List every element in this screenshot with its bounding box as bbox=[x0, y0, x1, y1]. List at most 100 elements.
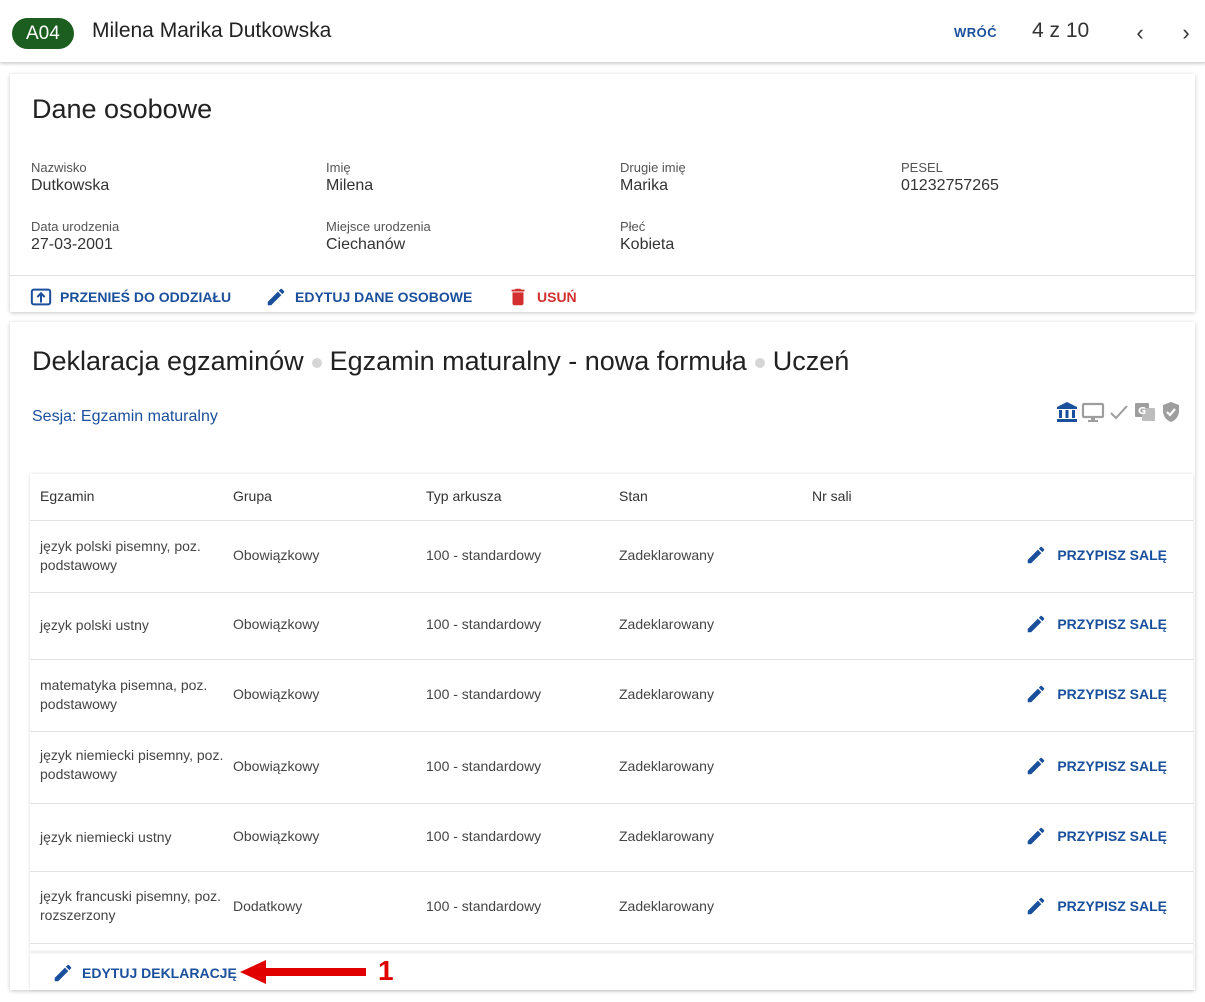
column-header: Grupa bbox=[233, 488, 272, 504]
assign-room-button[interactable]: PRZYPISZ SALĘ bbox=[1025, 755, 1167, 777]
pencil-icon bbox=[1028, 827, 1045, 845]
field-second-name: Drugie imię Marika bbox=[620, 160, 686, 195]
field-value: Ciechanów bbox=[326, 236, 406, 253]
exam-state: Zadeklarowany bbox=[619, 898, 714, 914]
assign-room-label: PRZYPISZ SALĘ bbox=[1057, 828, 1167, 844]
status-icons: G bbox=[1055, 400, 1183, 424]
field-pesel: PESEL 01232757265 bbox=[901, 160, 999, 195]
table-row: język niemiecki pisemny, poz. podstawowy… bbox=[30, 731, 1193, 804]
monitor-icon[interactable] bbox=[1081, 400, 1105, 424]
table-row: język polski ustny Obowiązkowy 100 - sta… bbox=[30, 592, 1193, 660]
student-name: Milena Marika Dutkowska bbox=[92, 19, 332, 42]
trash-icon bbox=[511, 288, 525, 306]
edit-personal-data-button[interactable]: EDYTUJ DANE OSOBOWE bbox=[265, 286, 472, 308]
exam-state: Zadeklarowany bbox=[619, 616, 714, 632]
table-row: język francuski pisemny, poz. rozszerzon… bbox=[30, 871, 1193, 944]
pencil-icon bbox=[1028, 685, 1045, 703]
personal-data-title: Dane osobowe bbox=[32, 94, 213, 124]
exam-sheet-type: 100 - standardowy bbox=[426, 898, 542, 914]
check-icon[interactable] bbox=[1107, 400, 1131, 424]
declaration-title-part: Deklaracja egzaminów bbox=[32, 346, 304, 376]
delete-label: USUŃ bbox=[537, 289, 577, 305]
pencil-icon bbox=[1028, 757, 1045, 775]
field-label: Data urodzenia bbox=[31, 219, 120, 234]
pencil-icon bbox=[1028, 615, 1045, 633]
exam-sheet-type: 100 - standardowy bbox=[426, 828, 542, 844]
assign-room-button[interactable]: PRZYPISZ SALĘ bbox=[1025, 825, 1167, 847]
separator-dot bbox=[754, 357, 765, 368]
personal-data-card: Dane osobowe Nazwisko Dutkowska Imię Mil… bbox=[10, 74, 1195, 312]
exam-group: Dodatkowy bbox=[233, 898, 303, 914]
pencil-icon bbox=[54, 964, 72, 982]
exam-name: język polski ustny bbox=[40, 617, 149, 633]
assign-room-label: PRZYPISZ SALĘ bbox=[1057, 898, 1167, 914]
chevron-right-icon[interactable]: › bbox=[1174, 18, 1198, 48]
assign-room-label: PRZYPISZ SALĘ bbox=[1057, 686, 1167, 702]
separator-dot bbox=[311, 357, 322, 368]
assign-room-label: PRZYPISZ SALĘ bbox=[1057, 616, 1167, 632]
field-label: Nazwisko bbox=[31, 160, 87, 175]
edit-declaration-label: EDYTUJ DEKLARACJĘ bbox=[82, 965, 237, 981]
field-label: Drugie imię bbox=[620, 160, 686, 175]
edit-declaration-button[interactable]: EDYTUJ DEKLARACJĘ bbox=[52, 962, 237, 984]
assign-room-button[interactable]: PRZYPISZ SALĘ bbox=[1025, 683, 1167, 705]
exam-state: Zadeklarowany bbox=[619, 758, 714, 774]
exam-group: Obowiązkowy bbox=[233, 828, 320, 844]
field-sex: Płeć Kobieta bbox=[620, 219, 674, 254]
assign-room-button[interactable]: PRZYPISZ SALĘ bbox=[1025, 895, 1167, 917]
table-row: język polski pisemny, poz. podstawowy Ob… bbox=[30, 520, 1193, 593]
field-birth-date: Data urodzenia 27-03-2001 bbox=[31, 219, 119, 254]
exam-group: Obowiązkowy bbox=[233, 547, 320, 563]
field-first-name: Imię Milena bbox=[326, 160, 373, 195]
student-code-badge: A04 bbox=[12, 18, 74, 49]
exam-name: język francuski pisemny, poz. rozszerzon… bbox=[40, 888, 222, 923]
field-value: Milena bbox=[326, 177, 374, 194]
delete-button[interactable]: USUŃ bbox=[507, 286, 577, 308]
back-button[interactable]: WRÓĆ bbox=[954, 25, 997, 40]
move-up-box-icon bbox=[30, 288, 52, 306]
exam-name: język niemiecki pisemny, poz. podstawowy bbox=[40, 747, 224, 782]
exam-sheet-type: 100 - standardowy bbox=[426, 686, 542, 702]
institution-icon[interactable] bbox=[1055, 400, 1079, 424]
pencil-icon bbox=[1028, 546, 1045, 564]
assign-room-button[interactable]: PRZYPISZ SALĘ bbox=[1025, 613, 1167, 635]
exam-state: Zadeklarowany bbox=[619, 686, 714, 702]
column-header: Typ arkusza bbox=[426, 488, 502, 504]
annotation-number: 1 bbox=[378, 955, 394, 986]
assign-room-label: PRZYPISZ SALĘ bbox=[1057, 547, 1167, 563]
exam-state: Zadeklarowany bbox=[619, 547, 714, 563]
declaration-title-part: Uczeń bbox=[772, 346, 850, 376]
table-row: język niemiecki ustny Obowiązkowy 100 - … bbox=[30, 803, 1193, 872]
exam-group: Obowiązkowy bbox=[233, 686, 320, 702]
field-value: Dutkowska bbox=[31, 177, 110, 194]
assign-room-button[interactable]: PRZYPISZ SALĘ bbox=[1025, 544, 1167, 566]
declaration-title: Deklaracja egzaminów Egzamin maturalny - … bbox=[32, 346, 849, 377]
pencil-icon bbox=[1028, 897, 1045, 915]
exam-name: język niemiecki ustny bbox=[40, 829, 172, 845]
field-surname: Nazwisko Dutkowska bbox=[31, 160, 109, 195]
personal-actions-bar: PRZENIEŚ DO ODDZIAŁU EDYTUJ DANE OSOBOWE… bbox=[10, 275, 1195, 313]
move-to-class-button[interactable]: PRZENIEŚ DO ODDZIAŁU bbox=[30, 286, 231, 308]
exam-group: Obowiązkowy bbox=[233, 758, 320, 774]
shield-check-icon[interactable] bbox=[1159, 400, 1183, 424]
chevron-left-icon[interactable]: ‹ bbox=[1128, 18, 1152, 48]
exam-sheet-type: 100 - standardowy bbox=[426, 547, 542, 563]
top-bar: A04 Milena Marika Dutkowska WRÓĆ 4 z 10 … bbox=[0, 0, 1205, 63]
move-to-class-label: PRZENIEŚ DO ODDZIAŁU bbox=[60, 289, 232, 305]
translate-icon[interactable]: G bbox=[1133, 400, 1157, 424]
field-birth-place: Miejsce urodzenia Ciechanów bbox=[326, 219, 431, 254]
field-value: Kobieta bbox=[620, 236, 675, 253]
exam-state: Zadeklarowany bbox=[619, 828, 714, 844]
pencil-icon bbox=[267, 288, 285, 306]
exam-group: Obowiązkowy bbox=[233, 616, 320, 632]
field-label: PESEL bbox=[901, 160, 943, 175]
field-value: 27-03-2001 bbox=[31, 236, 113, 253]
declaration-title-part: Egzamin maturalny - nowa formuła bbox=[329, 346, 747, 376]
session-link[interactable]: Sesja: Egzamin maturalny bbox=[32, 408, 218, 426]
field-label: Imię bbox=[326, 160, 351, 175]
column-header: Egzamin bbox=[40, 488, 95, 504]
annotation-arrow-icon bbox=[240, 960, 366, 984]
assign-room-label: PRZYPISZ SALĘ bbox=[1057, 758, 1167, 774]
field-value: Marika bbox=[620, 177, 669, 194]
table-row: matematyka pisemna, poz. podstawowy Obow… bbox=[30, 659, 1193, 732]
